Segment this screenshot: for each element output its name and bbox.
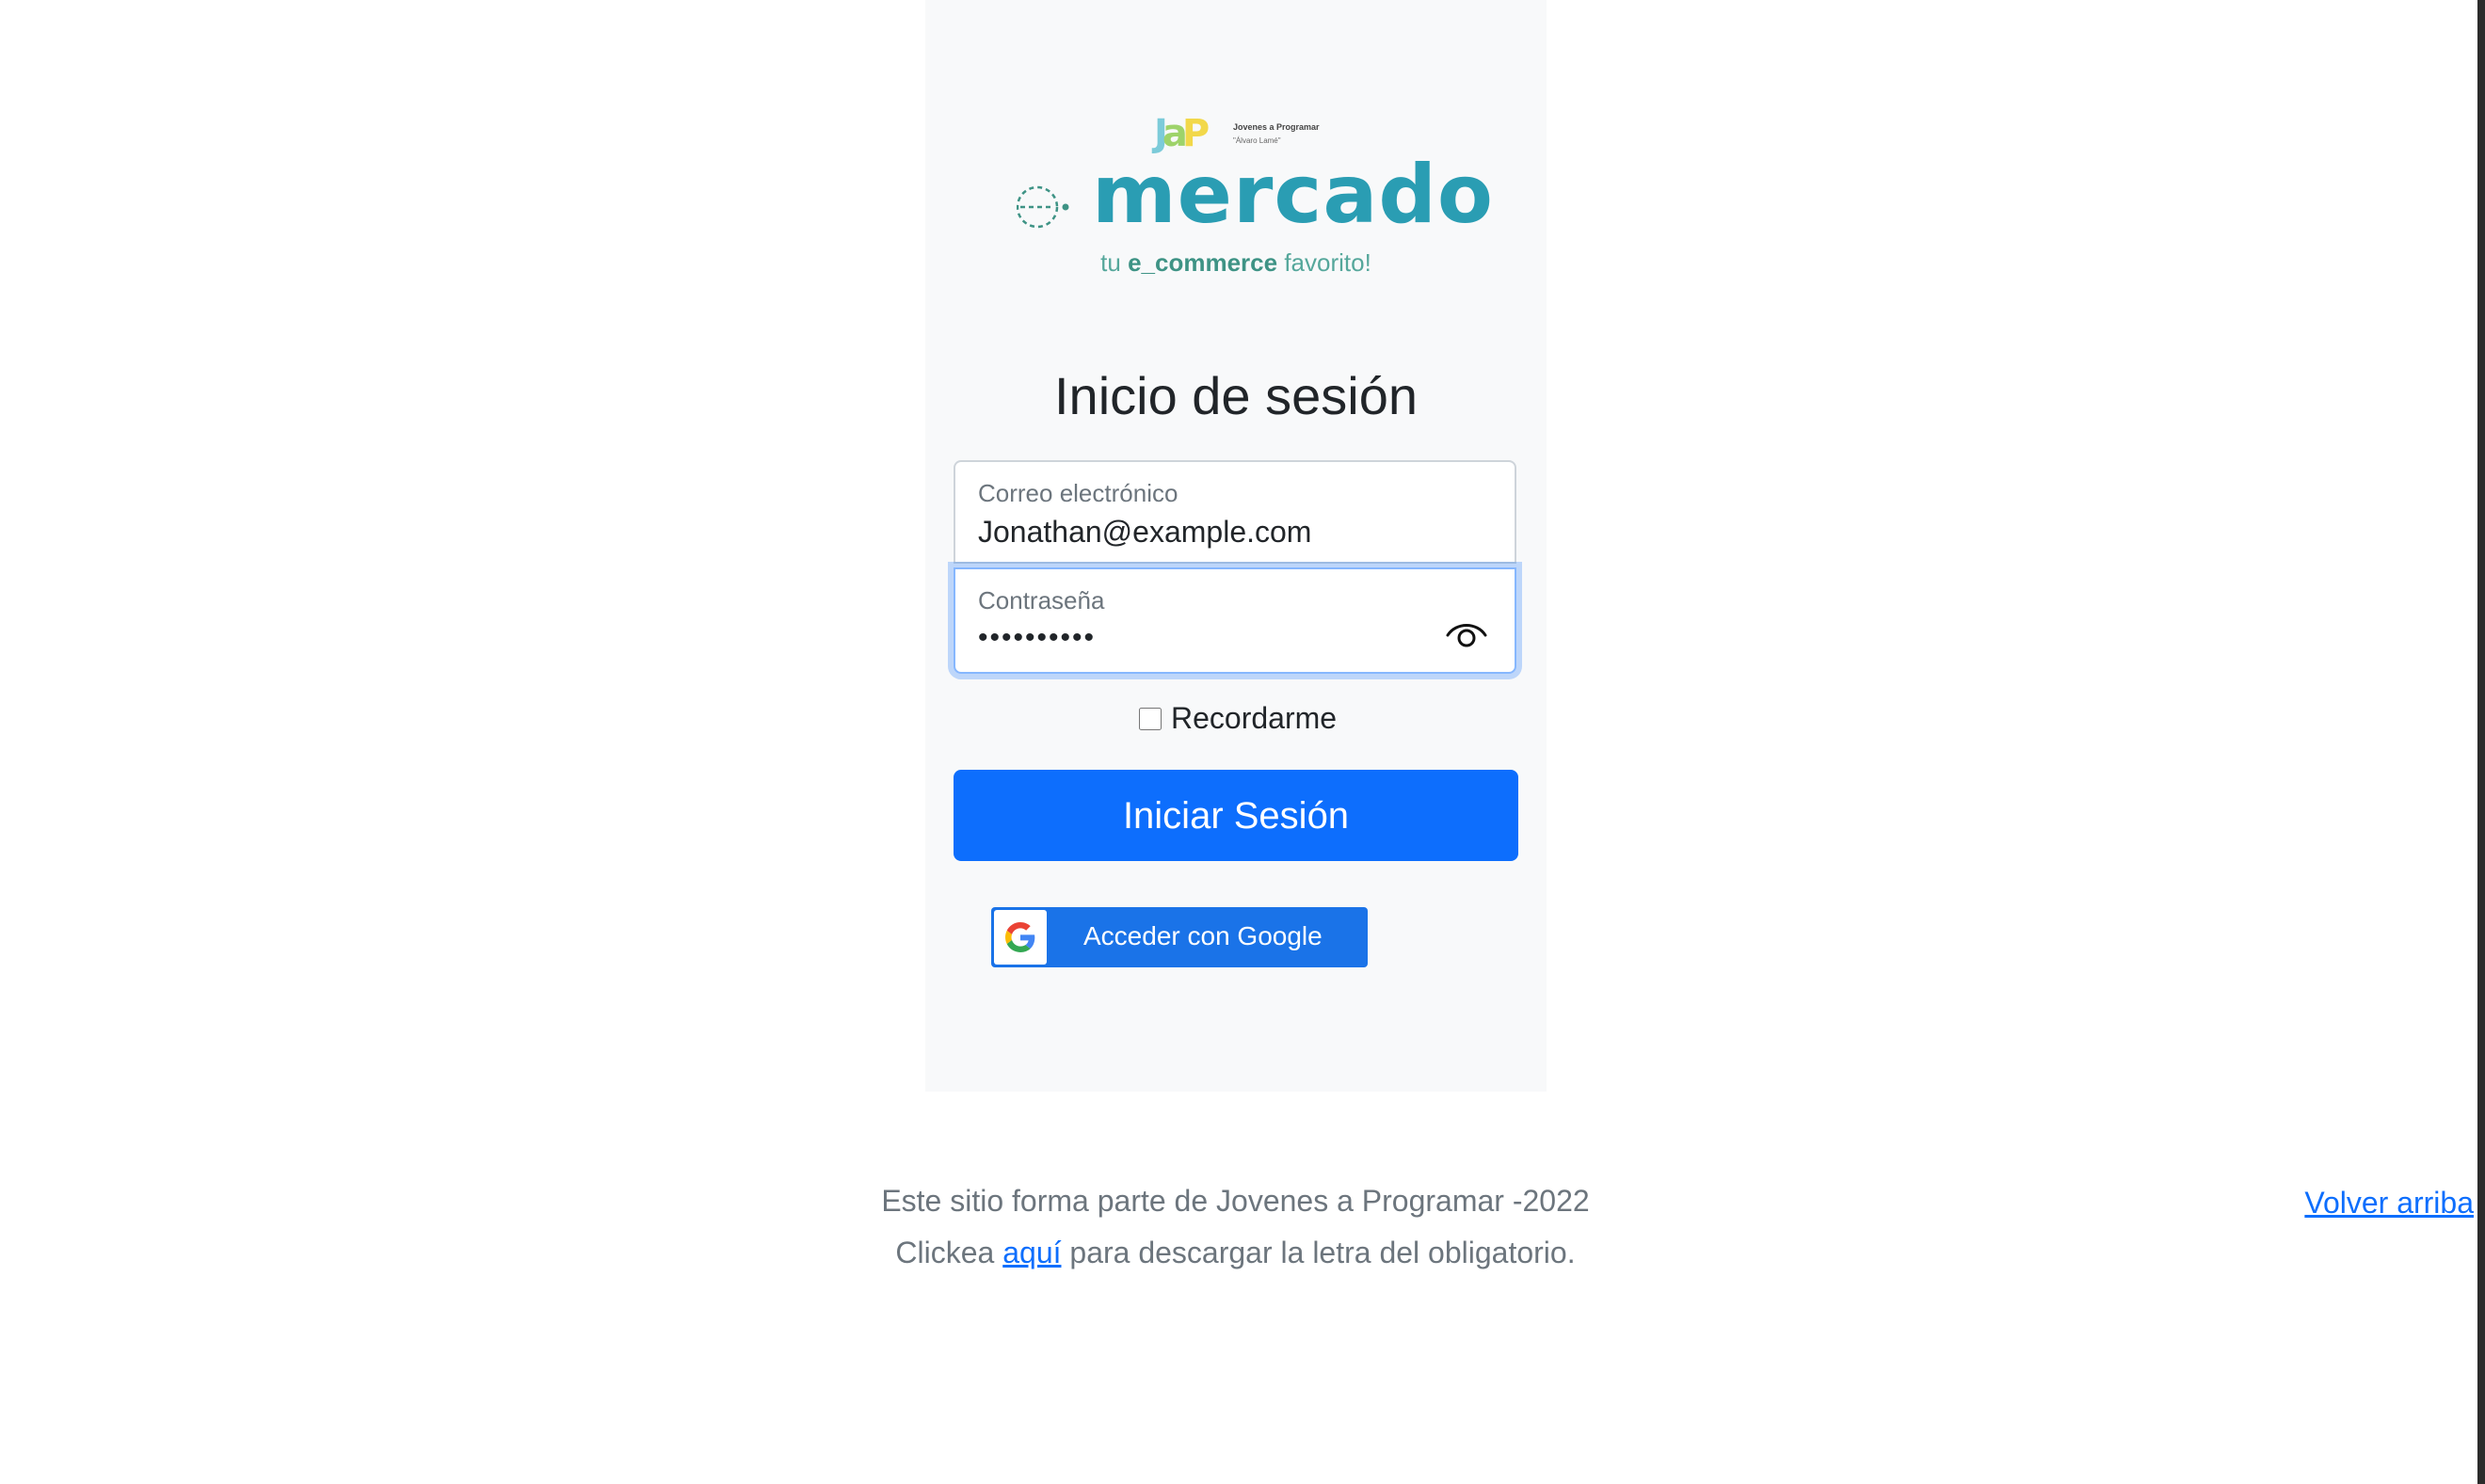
- email-input[interactable]: [978, 515, 1449, 550]
- tagline-prefix: tu: [1100, 248, 1129, 277]
- back-to-top-link[interactable]: Volver arriba: [2304, 1186, 2474, 1221]
- password-label: Contraseña: [978, 586, 1105, 614]
- google-signin-button[interactable]: Acceder con Google: [991, 907, 1368, 967]
- login-button[interactable]: Iniciar Sesión: [954, 770, 1518, 861]
- page-title: Inicio de sesión: [1053, 366, 1418, 425]
- emercado-logo-text: mercado: [1092, 148, 1495, 242]
- remember-checkbox[interactable]: [1139, 707, 1162, 730]
- footer-download-prefix: Clickea: [895, 1236, 1003, 1269]
- footer-download: Clickea aquí para descargar la letra del…: [753, 1236, 1718, 1270]
- footer-credits: Este sitio forma parte de Jovenes a Prog…: [881, 1184, 1590, 1218]
- password-field[interactable]: Contraseña ••••••••••: [954, 567, 1516, 674]
- remember-me[interactable]: Recordarme: [1139, 701, 1337, 736]
- google-icon: [1005, 922, 1035, 952]
- tagline: tu e_commerce favorito!: [941, 248, 1531, 278]
- google-icon-container: [994, 910, 1047, 965]
- tagline-bold: e_commerce: [1128, 248, 1278, 277]
- footer-download-suffix: para descargar la letra del obligatorio.: [1061, 1236, 1576, 1269]
- window-edge: [2477, 0, 2485, 1484]
- emercado-logo-icon: [1017, 185, 1069, 229]
- tagline-suffix: favorito!: [1277, 248, 1371, 277]
- email-label: Correo electrónico: [978, 479, 1178, 507]
- jap-logo-subtitle: Jovenes a Programar: [1233, 122, 1320, 132]
- eye-icon[interactable]: [1445, 618, 1488, 650]
- password-input[interactable]: ••••••••••: [978, 622, 1449, 654]
- download-link[interactable]: aquí: [1002, 1236, 1061, 1269]
- remember-label: Recordarme: [1171, 701, 1338, 735]
- google-signin-label: Acceder con Google: [1083, 921, 1323, 950]
- page: JaP Jovenes a Programar "Álvaro Lamé" me…: [0, 0, 2477, 1484]
- email-field[interactable]: Correo electrónico: [954, 460, 1516, 564]
